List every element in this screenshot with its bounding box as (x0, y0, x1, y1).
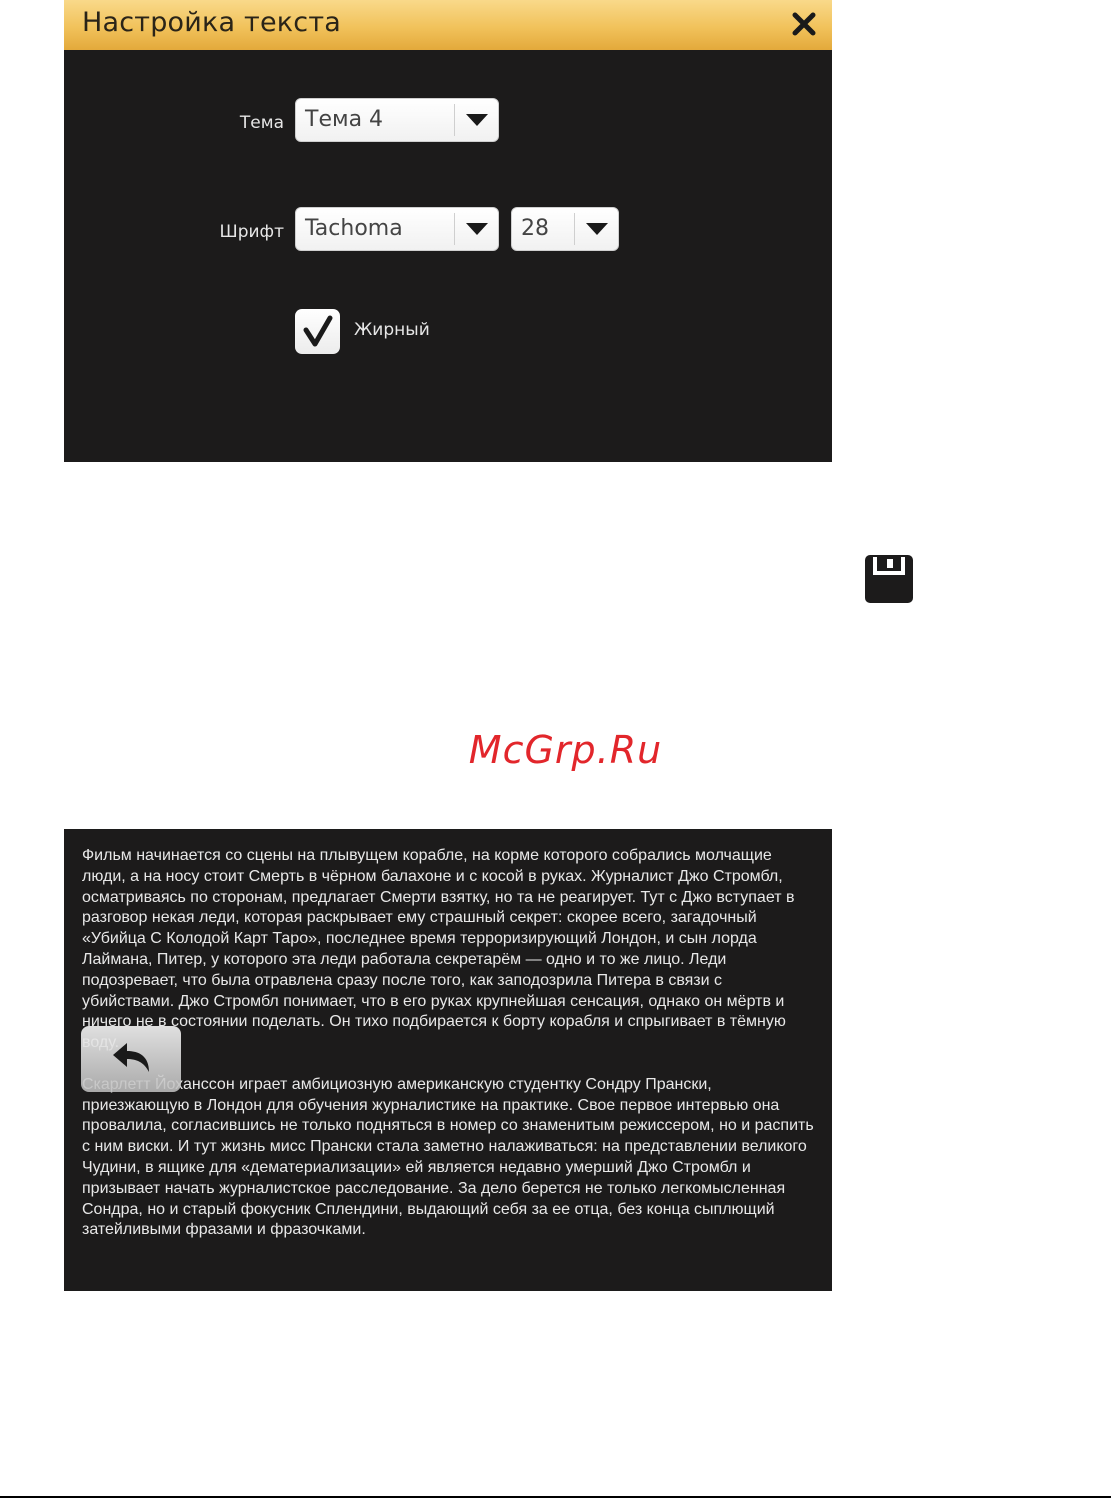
save-button[interactable] (865, 555, 913, 603)
undo-arrow-icon (113, 1043, 149, 1072)
font-select[interactable]: Tachoma (295, 207, 499, 251)
font-size-value: 28 (521, 216, 549, 241)
font-dropdown-button[interactable] (455, 208, 499, 250)
font-size-dropdown-button[interactable] (575, 208, 619, 250)
dialog-title: Настройка текста (82, 7, 342, 38)
font-label: Шрифт (219, 222, 284, 242)
font-select-value: Tachoma (305, 216, 403, 241)
back-button[interactable] (81, 1026, 181, 1092)
text-preview-panel: Фильм начинается со сцены на плывущем ко… (64, 829, 832, 1291)
bold-checkbox[interactable] (295, 309, 340, 354)
theme-select[interactable]: Тема 4 (295, 98, 499, 142)
dialog-header: Настройка текста (64, 0, 832, 50)
text-settings-dialog: Настройка текста Тема Тема 4 Шрифт Tacho… (64, 0, 832, 462)
theme-dropdown-button[interactable] (455, 99, 499, 141)
font-size-select[interactable]: 28 (511, 207, 619, 251)
watermark-text: McGrp.Ru (468, 728, 663, 772)
watermark: McGrp.Ru (0, 728, 1111, 772)
close-icon (792, 12, 816, 36)
close-button[interactable] (790, 10, 818, 38)
chevron-down-icon (466, 223, 488, 235)
chevron-down-icon (586, 223, 608, 235)
preview-text: Фильм начинается со сцены на плывущем ко… (82, 847, 814, 1239)
bottom-rule (0, 1496, 1111, 1498)
theme-label: Тема (239, 113, 284, 133)
theme-select-value: Тема 4 (305, 107, 384, 132)
checkmark-icon (303, 315, 333, 347)
chevron-down-icon (466, 114, 488, 126)
save-icon (865, 555, 913, 603)
bold-label: Жирный (354, 320, 430, 340)
